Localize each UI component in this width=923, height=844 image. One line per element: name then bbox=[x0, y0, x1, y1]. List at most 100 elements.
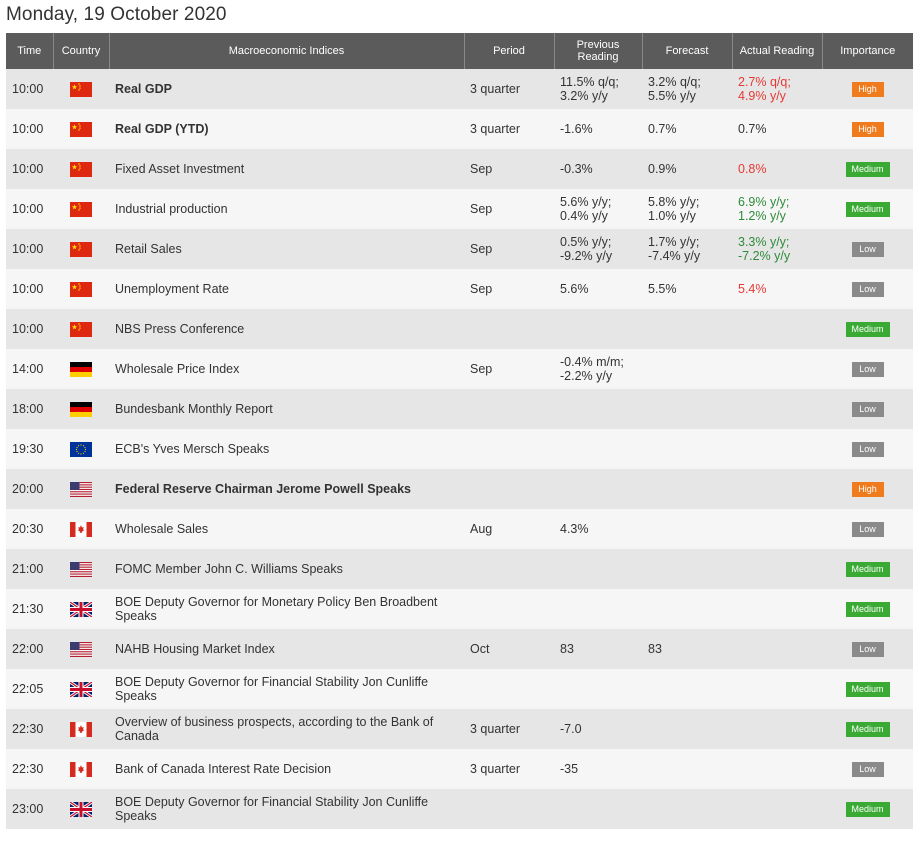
country-cell bbox=[53, 269, 109, 309]
forecast-value: 0.7% bbox=[642, 109, 732, 149]
importance-badge: Low bbox=[851, 282, 884, 297]
table-row[interactable]: 21:00 FOMC Member John C. Williams Speaks… bbox=[6, 549, 913, 589]
country-cell bbox=[53, 589, 109, 629]
country-cell bbox=[53, 69, 109, 109]
actual-reading bbox=[732, 429, 822, 469]
table-row[interactable]: 19:30 ECB's Yves Mersch Speaks Low bbox=[6, 429, 913, 469]
table-row[interactable]: 10:00 Unemployment Rate Sep 5.6% 5.5% 5.4% Low bbox=[6, 269, 913, 309]
table-row[interactable]: 10:00 NBS Press Conference Medium bbox=[6, 309, 913, 349]
importance-badge: High bbox=[851, 82, 884, 97]
table-row[interactable]: 21:30 BOE Deputy Governor for Monetary Po… bbox=[6, 589, 913, 629]
actual-reading bbox=[732, 669, 822, 709]
country-cell bbox=[53, 429, 109, 469]
event-time: 10:00 bbox=[6, 309, 53, 349]
event-name: Overview of business prospects, accordin… bbox=[109, 709, 464, 749]
country-cell bbox=[53, 789, 109, 829]
table-row[interactable]: 10:00 Real GDP 3 quarter 11.5% q/q; 3.2% y/… bbox=[6, 69, 913, 109]
forecast-value: 0.9% bbox=[642, 149, 732, 189]
importance-cell: Medium bbox=[822, 709, 913, 749]
event-period bbox=[464, 669, 554, 709]
event-period: 3 quarter bbox=[464, 709, 554, 749]
event-time: 21:30 bbox=[6, 589, 53, 629]
actual-reading: 5.4% bbox=[732, 269, 822, 309]
event-period: Sep bbox=[464, 269, 554, 309]
event-time: 22:30 bbox=[6, 709, 53, 749]
event-name: Wholesale Price Index bbox=[109, 349, 464, 389]
importance-badge: High bbox=[851, 122, 884, 137]
country-cell bbox=[53, 549, 109, 589]
previous-reading: 5.6% bbox=[554, 269, 642, 309]
country-cell bbox=[53, 669, 109, 709]
table-row[interactable]: 20:30 Wholesale Sales Aug 4.3% Low bbox=[6, 509, 913, 549]
importance-cell: High bbox=[822, 469, 913, 509]
event-name: NBS Press Conference bbox=[109, 309, 464, 349]
header-time: Time bbox=[6, 33, 54, 69]
actual-reading: 2.7% q/q; 4.9% y/y bbox=[732, 69, 822, 109]
importance-badge: Medium bbox=[845, 322, 890, 337]
economic-calendar-table: Time Country Macroeconomic Indices Perio… bbox=[6, 33, 913, 829]
event-time: 14:00 bbox=[6, 349, 53, 389]
actual-reading: 3.3% y/y; -7.2% y/y bbox=[732, 229, 822, 269]
economic-calendar-page: Monday, 19 October 2020 Time Country Mac… bbox=[0, 0, 923, 844]
forecast-value bbox=[642, 789, 732, 829]
importance-cell: Medium bbox=[822, 549, 913, 589]
event-time: 21:00 bbox=[6, 549, 53, 589]
table-row[interactable]: 22:05 BOE Deputy Governor for Financial S… bbox=[6, 669, 913, 709]
previous-reading bbox=[554, 789, 642, 829]
importance-cell: Medium bbox=[822, 189, 913, 229]
actual-reading: 0.8% bbox=[732, 149, 822, 189]
uk-flag-icon bbox=[70, 681, 92, 697]
event-period bbox=[464, 389, 554, 429]
event-period bbox=[464, 429, 554, 469]
importance-badge: Low bbox=[851, 402, 884, 417]
table-row[interactable]: 10:00 Retail Sales Sep 0.5% y/y; -9.2% y/y 1… bbox=[6, 229, 913, 269]
forecast-value bbox=[642, 309, 732, 349]
forecast-value bbox=[642, 549, 732, 589]
table-row[interactable]: 14:00 Wholesale Price Index Sep -0.4% m/m; … bbox=[6, 349, 913, 389]
china-flag-icon bbox=[70, 121, 92, 137]
event-time: 19:30 bbox=[6, 429, 53, 469]
table-row[interactable]: 10:00 Fixed Asset Investment Sep -0.3% 0.9% 0… bbox=[6, 149, 913, 189]
table-row[interactable]: 22:30 Bank of Canada Interest Rate Decisi… bbox=[6, 749, 913, 789]
table-row[interactable]: 10:00 Real GDP (YTD) 3 quarter -1.6% 0.7% 0.7… bbox=[6, 109, 913, 149]
header-actual: Actual Reading bbox=[732, 33, 823, 69]
table-row[interactable]: 23:00 BOE Deputy Governor for Financial S… bbox=[6, 789, 913, 829]
event-name: Fixed Asset Investment bbox=[109, 149, 464, 189]
forecast-value bbox=[642, 749, 732, 789]
event-period: Aug bbox=[464, 509, 554, 549]
previous-reading bbox=[554, 429, 642, 469]
table-row[interactable]: 20:00 Federal Reserve Chairman Jerome Pow… bbox=[6, 469, 913, 509]
china-flag-icon bbox=[70, 161, 92, 177]
importance-cell: Low bbox=[822, 509, 913, 549]
importance-cell: High bbox=[822, 69, 913, 109]
table-row[interactable]: 18:00 Bundesbank Monthly Report Low bbox=[6, 389, 913, 429]
forecast-value: 3.2% q/q; 5.5% y/y bbox=[642, 69, 732, 109]
importance-cell: Medium bbox=[822, 589, 913, 629]
table-row[interactable]: 10:00 Industrial production Sep 5.6% y/y; 0… bbox=[6, 189, 913, 229]
event-period bbox=[464, 309, 554, 349]
event-name: FOMC Member John C. Williams Speaks bbox=[109, 549, 464, 589]
previous-reading bbox=[554, 389, 642, 429]
importance-cell: Low bbox=[822, 629, 913, 669]
previous-reading bbox=[554, 549, 642, 589]
importance-cell: Medium bbox=[822, 789, 913, 829]
actual-reading bbox=[732, 589, 822, 629]
previous-reading bbox=[554, 669, 642, 709]
importance-cell: Low bbox=[822, 269, 913, 309]
event-period: Sep bbox=[464, 349, 554, 389]
event-period: Sep bbox=[464, 149, 554, 189]
country-cell bbox=[53, 149, 109, 189]
country-cell bbox=[53, 629, 109, 669]
importance-cell: Low bbox=[822, 749, 913, 789]
table-row[interactable]: 22:00 NAHB Housing Market Index Oct 83 83 Low bbox=[6, 629, 913, 669]
event-name: Real GDP (YTD) bbox=[109, 109, 464, 149]
importance-badge: Medium bbox=[845, 202, 890, 217]
previous-reading: -1.6% bbox=[554, 109, 642, 149]
event-name: BOE Deputy Governor for Financial Stabil… bbox=[109, 789, 464, 829]
event-time: 22:00 bbox=[6, 629, 53, 669]
table-row[interactable]: 22:30 Overview of business prospects, acc… bbox=[6, 709, 913, 749]
country-cell bbox=[53, 469, 109, 509]
canada-flag-icon bbox=[70, 761, 92, 777]
usa-flag-icon bbox=[70, 481, 92, 497]
header-period: Period bbox=[464, 33, 555, 69]
